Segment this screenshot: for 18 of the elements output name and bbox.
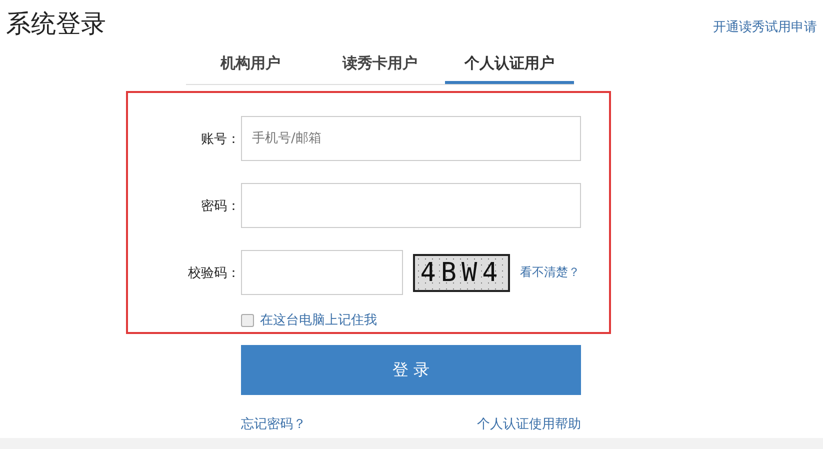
password-field[interactable] xyxy=(241,183,581,228)
field-label: 密码： xyxy=(200,198,240,214)
login-tab[interactable]: 读秀卡用户 xyxy=(315,44,445,84)
trial-link[interactable]: 开通读秀试用申请 xyxy=(713,18,817,36)
remember-checkbox[interactable] xyxy=(241,314,254,326)
captcha-code[interactable]: 4BW4 xyxy=(413,254,510,292)
remember-label[interactable]: 在这台电脑上记住我 xyxy=(260,311,377,329)
login-tab[interactable]: 个人认证用户 xyxy=(444,44,574,84)
help-link[interactable]: 个人认证使用帮助 xyxy=(477,415,581,433)
captcha-field[interactable] xyxy=(241,250,403,295)
field-label: 校验码： xyxy=(187,264,240,282)
login-tab[interactable]: 机构用户 xyxy=(186,44,316,84)
account-field[interactable]: 手机号/邮箱 xyxy=(241,116,581,161)
refresh-link[interactable]: 看不清楚？ xyxy=(520,264,580,281)
page-title: 系统登录 xyxy=(6,8,106,40)
field-label: 账号： xyxy=(200,130,240,148)
login-button[interactable]: 登 录 xyxy=(241,345,581,395)
help-link[interactable]: 忘记密码？ xyxy=(241,415,306,433)
